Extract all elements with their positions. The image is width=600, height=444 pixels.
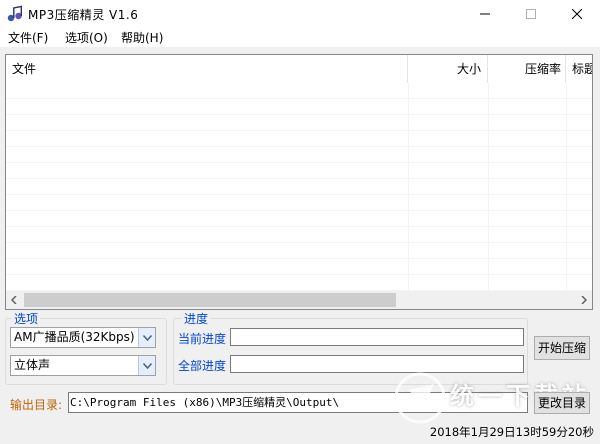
start-compress-button[interactable]: 开始压缩 (534, 336, 590, 360)
window-title: MP3压缩精灵 V1.6 (28, 8, 139, 22)
current-progress-label: 当前进度 (178, 332, 227, 346)
list-row[interactable] (6, 147, 592, 163)
list-row[interactable] (6, 131, 592, 147)
close-button[interactable] (554, 0, 600, 27)
list-row[interactable] (6, 195, 592, 211)
channel-select-value: 立体声 (14, 358, 51, 372)
menu-help[interactable]: 帮助(H) (121, 29, 163, 46)
menu-options[interactable]: 选项(O) (65, 29, 108, 46)
list-row[interactable] (6, 227, 592, 243)
channel-select[interactable]: 立体声 (10, 355, 156, 376)
column-header-file[interactable]: 文件 (6, 55, 408, 83)
dropdown-arrow[interactable] (138, 328, 155, 347)
menu-file[interactable]: 文件(F) (8, 29, 48, 46)
scroll-right-button[interactable] (575, 291, 592, 309)
list-header: 文件 大小 压缩率 标题 (6, 55, 592, 83)
list-row[interactable] (6, 211, 592, 227)
minimize-button[interactable] (462, 0, 508, 27)
scroll-left-button[interactable] (6, 291, 23, 309)
column-header-ratio[interactable]: 压缩率 (488, 55, 566, 83)
quality-select[interactable]: AM广播品质(32Kbps) (10, 327, 156, 348)
total-progress-label: 全部进度 (178, 359, 227, 373)
list-row[interactable] (6, 179, 592, 195)
music-note-icon (7, 5, 22, 22)
list-row[interactable] (6, 163, 592, 179)
progress-group-label: 进度 (182, 310, 211, 327)
current-progress-bar (230, 328, 524, 346)
list-row[interactable] (6, 259, 592, 275)
list-rows[interactable] (6, 83, 592, 291)
list-row[interactable] (6, 115, 592, 131)
chevron-left-icon (11, 296, 17, 304)
list-row[interactable] (6, 83, 592, 99)
maximize-icon (526, 8, 536, 19)
scroll-thumb[interactable] (24, 293, 396, 307)
list-row[interactable] (6, 275, 592, 291)
list-row[interactable] (6, 243, 592, 259)
horizontal-scrollbar[interactable] (6, 291, 592, 309)
dropdown-arrow[interactable] (138, 356, 155, 375)
title-bar[interactable]: MP3压缩精灵 V1.6 (0, 0, 600, 27)
status-datetime: 2018年1月29日13时59分20秒 (429, 425, 594, 439)
chevron-down-icon (142, 362, 152, 369)
column-divider (408, 83, 409, 291)
column-divider (566, 83, 567, 291)
quality-select-value: AM广播品质(32Kbps) (14, 330, 135, 344)
options-group-label: 选项 (12, 310, 41, 327)
progress-group: 进度 当前进度 全部进度 (173, 310, 528, 385)
output-dir-field[interactable]: C:\Program Files (x86)\MP3压缩精灵\Output\ (68, 392, 528, 413)
menu-bar: 文件(F) 选项(O) 帮助(H) (0, 27, 600, 47)
column-divider (488, 83, 489, 291)
column-header-size[interactable]: 大小 (408, 55, 488, 83)
chevron-down-icon (142, 334, 152, 341)
minimize-icon (480, 13, 490, 14)
output-dir-label: 输出目录: (10, 398, 63, 412)
maximize-button[interactable] (508, 0, 554, 27)
column-header-title[interactable]: 标题 (566, 55, 592, 83)
total-progress-bar (230, 355, 524, 373)
list-row[interactable] (6, 99, 592, 115)
status-bar: 2018年1月29日13时59分20秒 (0, 420, 600, 444)
options-group: 选项 AM广播品质(32Kbps) 立体声 (5, 310, 167, 385)
change-dir-button[interactable]: 更改目录 (534, 392, 590, 414)
close-icon (572, 8, 582, 19)
file-list[interactable]: 文件 大小 压缩率 标题 (5, 54, 593, 310)
chevron-right-icon (581, 296, 587, 304)
